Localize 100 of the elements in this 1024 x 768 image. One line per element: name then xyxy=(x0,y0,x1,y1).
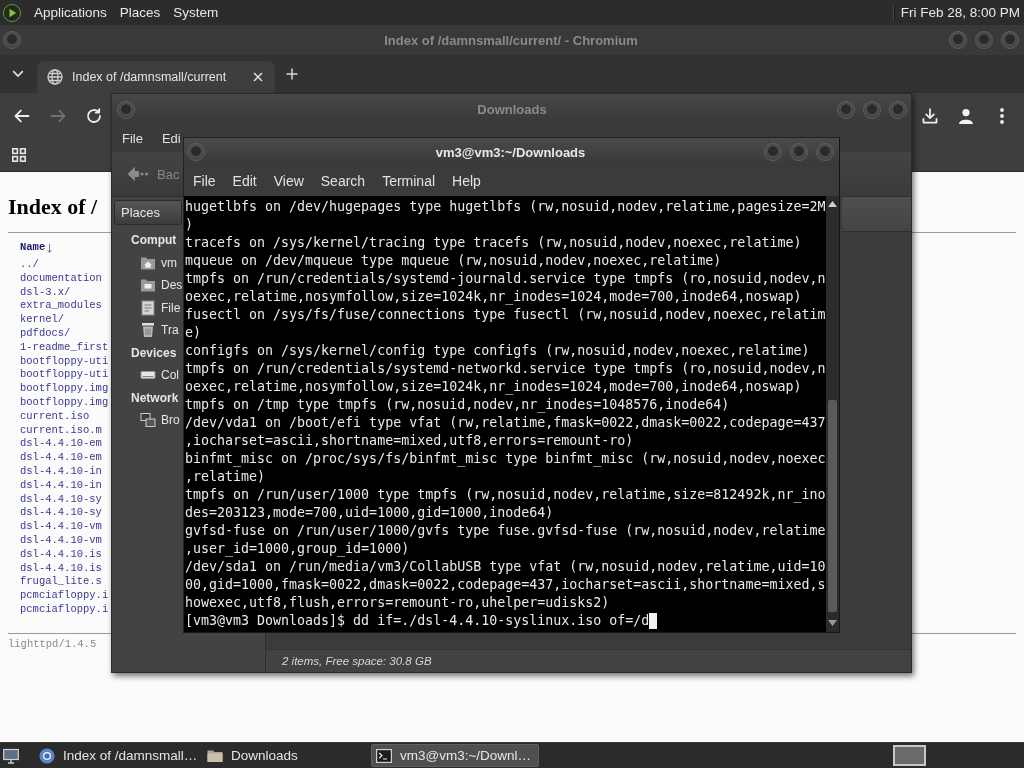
file-link[interactable]: ../ xyxy=(20,258,39,272)
workspace-icon[interactable] xyxy=(893,745,926,766)
terminal-line: tracefs on /sys/kernel/tracing type tracefs (rw,nosuid,nodev,noexec,relatime) xyxy=(185,234,802,252)
file-link[interactable]: pdfdocs/ xyxy=(20,327,71,341)
file-link[interactable]: extra_modules xyxy=(20,299,102,314)
menu-item[interactable]: Edi xyxy=(161,131,181,146)
terminal-line: gvfsd-fuse on /run/user/1000/gvfs type fuse.gvfsd-fuse (rw,nosuid,nodev,relatime xyxy=(185,522,826,540)
places-dropdown[interactable]: Places xyxy=(114,200,182,225)
sidebar-heading: Network xyxy=(131,390,179,405)
file-link[interactable]: current.iso xyxy=(20,409,90,424)
file-link[interactable]: dsl-4.4.10-in xyxy=(20,478,102,493)
server-signature: lighttpd/1.4.5 xyxy=(8,637,97,650)
person-icon[interactable] xyxy=(958,107,974,124)
terminal-line: tmpfs on /run/credentials/systemd-journald.service type tmpfs (ro,nosuid,nodev,n xyxy=(185,270,826,288)
chevron-down-icon[interactable] xyxy=(12,70,24,78)
sidebar-item[interactable]: Bro xyxy=(161,413,180,428)
trash-icon xyxy=(140,322,156,339)
window-button-icon[interactable] xyxy=(1001,31,1019,49)
sidebar-item[interactable]: File xyxy=(161,300,181,315)
window-button-icon[interactable] xyxy=(3,31,21,49)
column-header[interactable]: Name xyxy=(20,241,46,255)
back-arrow-icon xyxy=(127,166,149,182)
sidebar-item[interactable]: Des xyxy=(161,278,183,293)
taskbar-button[interactable]: vm3@vm3:~/Downl… xyxy=(371,744,539,767)
file-link[interactable]: dsl-4.4.10-sy xyxy=(20,492,102,507)
window-button-icon[interactable] xyxy=(764,143,782,161)
taskbar-button[interactable]: Index of /damnsmall… xyxy=(35,744,203,767)
file-link[interactable]: frugal_lite.s xyxy=(20,575,102,590)
file-link[interactable]: dsl-3.x/ xyxy=(20,285,71,300)
panel-menu[interactable]: System xyxy=(173,5,219,20)
panel-menu[interactable]: Places xyxy=(119,5,161,20)
file-link[interactable]: bootfloppy.img xyxy=(20,395,109,410)
menu-item[interactable]: File xyxy=(193,173,216,189)
file-link[interactable]: current.iso.m xyxy=(20,423,102,438)
play-logo-icon[interactable] xyxy=(3,3,21,22)
folder-icon xyxy=(140,277,156,294)
terminal-line: des=203123,mode=700,uid=1000,gid=1000,inode64) xyxy=(185,504,554,522)
window-button-icon[interactable] xyxy=(863,100,881,119)
terminal-line: tmpfs on /run/user/1000 type tmpfs (rw,nosuid,nodev,relatime,size=812492k,nr_ino xyxy=(185,486,826,504)
sidebar-heading: Comput xyxy=(131,233,177,248)
terminal-line: /dev/vda1 on /boot/efi type vfat (rw,relatime,fmask=0022,dmask=0022,codepage=437 xyxy=(185,414,826,432)
menu-item[interactable]: Terminal xyxy=(382,173,436,189)
file-link[interactable]: pcmciafloppy.i xyxy=(20,589,109,603)
window-button-icon[interactable] xyxy=(949,31,967,49)
window-button-icon[interactable] xyxy=(837,100,855,119)
window-button-icon[interactable] xyxy=(975,31,993,49)
file-link[interactable]: dsl-4.4.10-em xyxy=(20,451,102,465)
window-button-icon[interactable] xyxy=(816,143,834,161)
file-link[interactable]: dsl-4.4.10.is xyxy=(20,561,102,576)
file-link[interactable]: documentation xyxy=(20,271,102,286)
taskbar-button[interactable]: Downloads xyxy=(203,744,371,767)
menu-item[interactable]: File xyxy=(122,131,143,146)
file-link[interactable]: 1-readme_first xyxy=(20,340,109,355)
browser-icon xyxy=(39,747,55,764)
file-link[interactable]: dsl-4.4.10-em xyxy=(20,437,102,452)
terminal-line: e) xyxy=(185,324,201,342)
file-link[interactable]: kernel/ xyxy=(20,313,65,327)
scrollbar-thumb[interactable] xyxy=(828,400,837,612)
window-button-icon[interactable] xyxy=(889,100,907,119)
close-icon[interactable] xyxy=(253,72,263,82)
window-button-icon[interactable] xyxy=(790,143,808,161)
terminal-line: tmpfs on /tmp type tmpfs (rw,nosuid,nodev,nr_inodes=1048576,inode64) xyxy=(185,396,730,414)
window-title: Downloads xyxy=(477,102,547,117)
window-button-icon[interactable] xyxy=(117,100,135,119)
terminal-line: ) xyxy=(185,216,193,234)
clock[interactable]: Fri Feb 28, 8:00 PM xyxy=(900,5,1020,20)
kebab-menu-icon[interactable] xyxy=(1000,107,1004,124)
menu-item[interactable]: Edit xyxy=(232,173,257,189)
page-heading: Index of / xyxy=(8,194,98,220)
menu-item[interactable]: View xyxy=(273,173,304,189)
scroll-up-icon[interactable] xyxy=(828,201,837,207)
scroll-down-icon[interactable] xyxy=(828,620,837,626)
reload-icon[interactable] xyxy=(86,107,102,124)
menu-item[interactable]: Search xyxy=(320,173,366,189)
file-link[interactable]: pcmciafloppy.i xyxy=(20,602,109,617)
scrollbar[interactable] xyxy=(826,196,839,632)
panel-menu[interactable]: Applications xyxy=(34,5,107,20)
file-link[interactable]: bootfloppy.img xyxy=(20,382,109,396)
file-link[interactable]: dsl-4.4.10.is xyxy=(20,547,102,562)
file-link[interactable]: bootfloppy-uti xyxy=(20,354,109,369)
browser-tab[interactable]: Index of /damnsmall/current xyxy=(37,61,275,93)
sidebar-item[interactable]: vm xyxy=(161,255,177,270)
file-link[interactable]: dsl-4.4.10-in xyxy=(20,464,102,479)
sidebar-item[interactable]: Col xyxy=(161,368,179,383)
file-link[interactable]: dsl-4.4.10-vm xyxy=(20,520,102,534)
file-link[interactable]: bootfloppy-uti xyxy=(20,368,109,383)
sidebar-item[interactable]: Tra xyxy=(161,323,179,338)
command-prompt[interactable]: [vm3@vm3 Downloads]$ dd if=./dsl-4.4.10-syslinux.iso of=/d xyxy=(185,612,650,630)
network-icon xyxy=(140,412,156,429)
file-link[interactable]: dsl-4.4.10-vm xyxy=(20,533,102,548)
show-desktop-icon[interactable] xyxy=(3,747,19,764)
download-icon[interactable] xyxy=(922,107,938,124)
apps-grid-icon[interactable] xyxy=(12,147,26,162)
file-link[interactable]: dsl-4.4.10-sy xyxy=(20,506,102,521)
terminal-line: hugetlbfs on /dev/hugepages type hugetlbfs (rw,nosuid,nodev,relatime,pagesize=2M xyxy=(185,198,826,216)
menu-item[interactable]: Help xyxy=(452,173,481,189)
status-text: 2 items, Free space: 30.8 GB xyxy=(282,655,432,667)
window-button-icon[interactable] xyxy=(187,143,205,161)
plus-icon[interactable] xyxy=(286,68,298,80)
back-icon[interactable] xyxy=(14,107,30,124)
